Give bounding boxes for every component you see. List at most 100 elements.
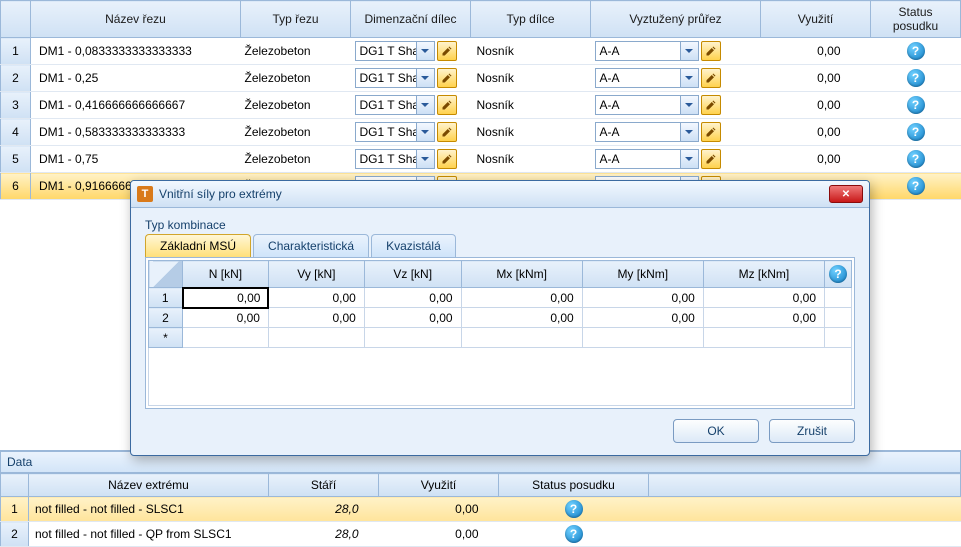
grid-cell[interactable]: 0,00	[582, 288, 703, 308]
grid-col-header[interactable]: Vz [kN]	[364, 261, 461, 288]
dcol-header-util[interactable]: Využití	[379, 474, 499, 497]
grid-col-header[interactable]: Mz [kNm]	[703, 261, 824, 288]
grid-col-header[interactable]: N [kN]	[183, 261, 269, 288]
row-index[interactable]: 1	[1, 497, 29, 522]
profile-combo[interactable]: A-A	[595, 122, 699, 142]
tab-z-kladn-ms-[interactable]: Základní MSÚ	[145, 234, 251, 257]
grid-cell[interactable]: 0,00	[364, 308, 461, 328]
row-index[interactable]: 2	[1, 65, 31, 92]
col-header-vyuz[interactable]: Využití	[761, 1, 871, 38]
help-icon[interactable]: ?	[907, 150, 925, 168]
row-index[interactable]: 5	[1, 146, 31, 173]
cell-nazev[interactable]: DM1 - 0,75	[31, 146, 241, 173]
tab-kvazist-l-[interactable]: Kvazistálá	[371, 234, 456, 257]
table-row[interactable]: 1DM1 - 0,0833333333333333ŽelezobetonDG1 …	[1, 38, 961, 65]
chevron-down-icon[interactable]	[680, 123, 698, 141]
grid-cell[interactable]	[364, 328, 461, 348]
chevron-down-icon[interactable]	[680, 42, 698, 60]
cancel-button[interactable]: Zrušit	[769, 419, 855, 443]
grid-row[interactable]: 10,000,000,000,000,000,00	[149, 288, 852, 308]
profile-combo[interactable]: A-A	[595, 68, 699, 88]
grid-cell[interactable]: 0,00	[461, 308, 582, 328]
chevron-down-icon[interactable]	[416, 69, 434, 87]
dim-combo[interactable]: DG1 T Sha	[355, 68, 435, 88]
close-icon[interactable]	[829, 185, 863, 203]
cell-nazev[interactable]: DM1 - 0,583333333333333	[31, 119, 241, 146]
col-header-nazev[interactable]: Název řezu	[31, 1, 241, 38]
dim-combo[interactable]: DG1 T Sha	[355, 122, 435, 142]
profile-combo[interactable]: A-A	[595, 41, 699, 61]
grid-cell[interactable]	[461, 328, 582, 348]
edit-dim-button[interactable]	[437, 95, 457, 115]
col-header-stat[interactable]: Status posudku	[871, 1, 961, 38]
row-index[interactable]: 1	[1, 38, 31, 65]
col-header-index[interactable]	[1, 1, 31, 38]
edit-dim-button[interactable]	[437, 122, 457, 142]
grid-cell[interactable]: 0,00	[268, 308, 364, 328]
grid-cell[interactable]: 0,00	[582, 308, 703, 328]
help-icon[interactable]: ?	[565, 525, 583, 543]
tab-charakteristick-[interactable]: Charakteristická	[253, 234, 369, 257]
row-index[interactable]: 4	[1, 119, 31, 146]
row-index[interactable]: 6	[1, 173, 31, 200]
table-row[interactable]: 4DM1 - 0,583333333333333ŽelezobetonDG1 T…	[1, 119, 961, 146]
cell-age[interactable]: 28,0	[269, 522, 379, 547]
edit-dim-button[interactable]	[437, 149, 457, 169]
grid-row-index[interactable]: 2	[149, 308, 183, 328]
help-icon[interactable]: ?	[907, 42, 925, 60]
cell-extreme-name[interactable]: not filled - not filled - SLSC1	[29, 497, 269, 522]
grid-cell[interactable]: 0,00	[183, 288, 269, 308]
col-header-typ[interactable]: Typ řezu	[241, 1, 351, 38]
edit-profile-button[interactable]	[701, 68, 721, 88]
row-index[interactable]: 2	[1, 522, 29, 547]
grid-row[interactable]: 20,000,000,000,000,000,00	[149, 308, 852, 328]
grid-cell[interactable]: 0,00	[183, 308, 269, 328]
dim-combo[interactable]: DG1 T Sha	[355, 41, 435, 61]
dcol-header-name[interactable]: Název extrému	[29, 474, 269, 497]
table-row[interactable]: 5DM1 - 0,75ŽelezobetonDG1 T ShaNosníkA-A…	[1, 146, 961, 173]
table-row[interactable]: 2not filled - not filled - QP from SLSC1…	[1, 522, 961, 547]
edit-profile-button[interactable]	[701, 122, 721, 142]
chevron-down-icon[interactable]	[416, 123, 434, 141]
dim-combo[interactable]: DG1 T Sha	[355, 149, 435, 169]
grid-cell[interactable]: 0,00	[268, 288, 364, 308]
chevron-down-icon[interactable]	[680, 150, 698, 168]
grid-col-header[interactable]: Mx [kNm]	[461, 261, 582, 288]
grid-cell[interactable]	[183, 328, 269, 348]
grid-row-index[interactable]: 1	[149, 288, 183, 308]
col-header-prof[interactable]: Vyztužený průřez	[591, 1, 761, 38]
edit-dim-button[interactable]	[437, 68, 457, 88]
cell-age[interactable]: 28,0	[269, 497, 379, 522]
dim-combo[interactable]: DG1 T Sha	[355, 95, 435, 115]
row-index[interactable]: 3	[1, 92, 31, 119]
profile-combo[interactable]: A-A	[595, 149, 699, 169]
grid-corner[interactable]	[149, 261, 183, 288]
chevron-down-icon[interactable]	[416, 42, 434, 60]
chevron-down-icon[interactable]	[680, 96, 698, 114]
dcol-header-index[interactable]	[1, 474, 29, 497]
grid-cell[interactable]: 0,00	[461, 288, 582, 308]
chevron-down-icon[interactable]	[416, 150, 434, 168]
grid-help-header[interactable]: ?	[825, 261, 852, 288]
cell-nazev[interactable]: DM1 - 0,0833333333333333	[31, 38, 241, 65]
grid-cell[interactable]	[582, 328, 703, 348]
help-icon[interactable]: ?	[907, 123, 925, 141]
table-row[interactable]: 2DM1 - 0,25ŽelezobetonDG1 T ShaNosníkA-A…	[1, 65, 961, 92]
cell-extreme-name[interactable]: not filled - not filled - QP from SLSC1	[29, 522, 269, 547]
edit-dim-button[interactable]	[437, 41, 457, 61]
help-icon[interactable]: ?	[907, 69, 925, 87]
edit-profile-button[interactable]	[701, 41, 721, 61]
dcol-header-stat[interactable]: Status posudku	[499, 474, 649, 497]
grid-cell[interactable]: 0,00	[703, 288, 824, 308]
grid-col-header[interactable]: Vy [kN]	[268, 261, 364, 288]
table-row[interactable]: 3DM1 - 0,416666666666667ŽelezobetonDG1 T…	[1, 92, 961, 119]
help-icon[interactable]: ?	[907, 96, 925, 114]
grid-cell[interactable]: 0,00	[364, 288, 461, 308]
cell-nazev[interactable]: DM1 - 0,416666666666667	[31, 92, 241, 119]
col-header-typd[interactable]: Typ dílce	[471, 1, 591, 38]
cell-nazev[interactable]: DM1 - 0,25	[31, 65, 241, 92]
grid-cell[interactable]	[703, 328, 824, 348]
chevron-down-icon[interactable]	[680, 69, 698, 87]
grid-cell[interactable]	[268, 328, 364, 348]
edit-profile-button[interactable]	[701, 149, 721, 169]
